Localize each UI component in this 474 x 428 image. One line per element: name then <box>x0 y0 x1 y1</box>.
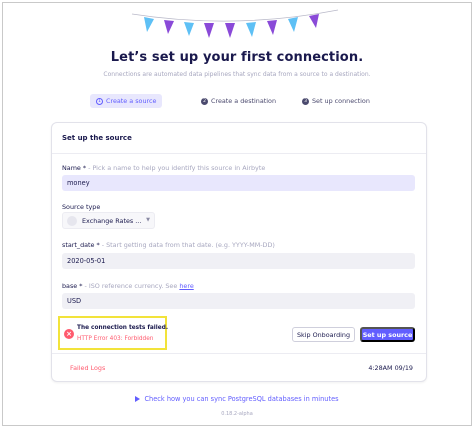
log-timestamp: 4:28AM 09/19 <box>368 364 413 372</box>
step-create-source[interactable]: 1 Create a source <box>90 94 163 108</box>
error-detail: HTTP Error 403: Forbidden <box>77 336 154 342</box>
page-subtitle: Connections are automated data pipelines… <box>103 71 371 78</box>
base-label-text: base * <box>62 282 83 290</box>
step-number: 2 <box>201 97 208 105</box>
base-label: base * - ISO reference currency. See her… <box>62 282 194 290</box>
step-number: 3 <box>302 97 309 105</box>
failed-logs-link[interactable]: Failed Logs <box>70 364 105 372</box>
step-label: Create a source <box>106 97 157 105</box>
source-type-select[interactable]: Exchange Rates ... ▼ <box>62 212 155 229</box>
name-label-text: Name * <box>62 164 87 172</box>
source-type-value: Exchange Rates ... <box>82 216 142 225</box>
base-hint: - ISO reference currency. See <box>82 282 180 290</box>
start-date-label-text: start_date * <box>62 241 100 249</box>
name-hint: - Pick a name to help you identify this … <box>86 164 266 172</box>
tutorial-link-text: Check how you can sync PostgreSQL databa… <box>144 395 339 403</box>
name-input[interactable]: money <box>62 175 415 191</box>
source-type-label: Source type <box>62 203 101 211</box>
divider <box>52 353 426 354</box>
chevron-down-icon: ▼ <box>146 217 150 223</box>
onboarding-steps: 1 Create a source 2 Create a destination… <box>90 94 390 108</box>
step-label: Create a destination <box>211 97 277 105</box>
postgres-tutorial-link[interactable]: Check how you can sync PostgreSQL databa… <box>0 395 474 403</box>
connector-logo-icon <box>67 215 77 226</box>
set-up-source-button[interactable]: Set up source <box>360 327 415 342</box>
start-date-hint: - Start getting data from that date. (e.… <box>99 241 275 249</box>
step-set-up-connection[interactable]: 3 Set up connection <box>302 94 370 108</box>
app-version: 0.18.2-alpha <box>221 411 253 417</box>
step-label: Set up connection <box>312 97 370 105</box>
error-title: The connection tests failed. <box>77 325 169 331</box>
step-number: 1 <box>96 97 103 105</box>
base-input[interactable]: USD <box>62 293 415 309</box>
play-icon <box>135 396 141 402</box>
divider <box>52 153 426 154</box>
error-x-icon: × <box>64 329 74 339</box>
card-title: Set up the source <box>62 134 132 142</box>
bunting-banner <box>131 9 339 38</box>
start-date-label: start_date * - Start getting data from t… <box>62 241 275 249</box>
here-link[interactable]: here <box>179 282 193 290</box>
connection-error-message: × The connection tests failed. HTTP Erro… <box>58 316 169 350</box>
start-date-input[interactable]: 2020-05-01 <box>62 253 415 269</box>
page-title: Let’s set up your first connection. <box>110 50 364 65</box>
skip-onboarding-button[interactable]: Skip Onboarding <box>292 327 355 342</box>
name-label: Name * - Pick a name to help you identif… <box>62 164 265 172</box>
step-create-destination[interactable]: 2 Create a destination <box>201 94 276 108</box>
